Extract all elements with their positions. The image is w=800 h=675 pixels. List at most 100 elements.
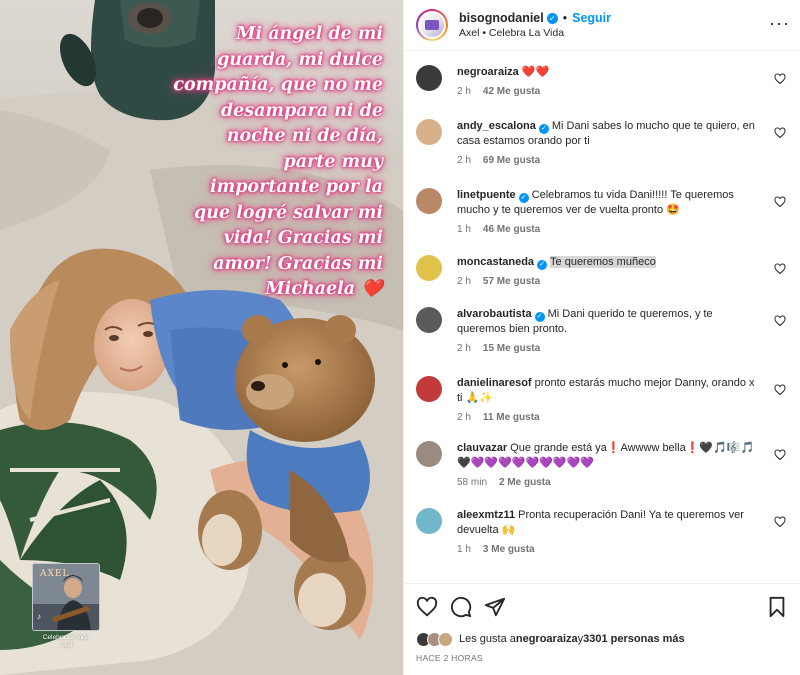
commenter-avatar[interactable] <box>416 508 442 534</box>
commenter-avatar[interactable] <box>416 188 442 214</box>
comment-body: moncastaneda ✓ Te queremos muñeco 2 h 57 Me … <box>457 255 788 287</box>
comment-time[interactable]: 1 h <box>457 224 471 235</box>
like-heart-icon[interactable] <box>416 596 438 618</box>
save-bookmark-icon[interactable] <box>766 596 788 618</box>
music-sticker-meta: Celebra La Vida Axel <box>32 634 100 650</box>
comment-time[interactable]: 2 h <box>457 343 471 354</box>
comment-likes[interactable]: 11 Me gusta <box>483 412 540 423</box>
commenter-username[interactable]: linetpuente <box>457 189 516 201</box>
comment-body: aleexmtz11 Pronta recuperación Dani! Ya t… <box>457 508 788 555</box>
comment-likes[interactable]: 42 Me gusta <box>483 86 540 97</box>
red-heart-emoji: ❤️ <box>361 279 383 299</box>
likes-count[interactable]: 3301 personas más <box>583 633 685 645</box>
likes-summary[interactable]: Les gusta a negroaraiza y 3301 personas … <box>404 629 800 649</box>
comment-likes[interactable]: 46 Me gusta <box>483 224 540 235</box>
music-note-icon: ♪ <box>37 612 41 621</box>
comment-item: moncastaneda ✓ Te queremos muñeco 2 h 57 Me … <box>416 255 788 287</box>
comment-like-heart-icon[interactable] <box>774 263 786 275</box>
comments-list[interactable]: negroaraiza ❤️❤️ 2 h 42 Me gusta andy_escalo… <box>404 51 800 583</box>
commenter-username[interactable]: alvarobautista <box>457 308 532 320</box>
verified-badge-icon: ✓ <box>534 312 545 322</box>
comment-meta: 2 h 11 Me gusta <box>457 412 758 423</box>
comment-likes[interactable]: 15 Me gusta <box>483 343 540 354</box>
follow-button[interactable]: Seguir <box>572 11 611 25</box>
comment-body: andy_escalona ✓ Mi Dani sabes lo mucho que… <box>457 119 788 166</box>
comment-time[interactable]: 2 h <box>457 155 471 166</box>
comment-text-line: aleexmtz11 Pronta recuperación Dani! Ya t… <box>457 508 758 538</box>
comment-text-line: negroaraiza ❤️❤️ <box>457 65 758 80</box>
comment-like-heart-icon[interactable] <box>774 315 786 327</box>
commenter-avatar[interactable] <box>416 119 442 145</box>
caption-line: Mi ángel de mi <box>236 24 383 44</box>
comment-like-heart-icon[interactable] <box>774 73 786 85</box>
album-art-title: AXEL <box>40 569 70 579</box>
instagram-post: Mi ángel de mi guarda, mi dulce compañía… <box>0 0 800 675</box>
caption-line: vida! Gracias mi <box>223 228 383 248</box>
comment-likes[interactable]: 3 Me gusta <box>483 544 535 555</box>
comment-body: alvarobautista ✓ Mi Dani querido te querem… <box>457 307 788 354</box>
music-artist: Axel <box>59 642 73 649</box>
comment-item: negroaraiza ❤️❤️ 2 h 42 Me gusta <box>416 65 788 97</box>
caption-line: importante por la <box>210 177 383 197</box>
comment-time[interactable]: 1 h <box>457 544 471 555</box>
audio-subtitle[interactable]: Axel • Celebra La Vida <box>459 27 611 39</box>
commenter-avatar[interactable] <box>416 376 442 402</box>
comment-likes[interactable]: 69 Me gusta <box>483 155 540 166</box>
share-paper-plane-icon[interactable] <box>484 596 506 618</box>
comment-meta: 58 min 2 Me gusta <box>457 477 758 488</box>
avatar-logo <box>425 20 439 30</box>
comment-body: negroaraiza ❤️❤️ 2 h 42 Me gusta <box>457 65 788 97</box>
comment-like-heart-icon[interactable] <box>774 127 786 139</box>
commenter-username[interactable]: moncastaneda <box>457 256 534 268</box>
commenter-avatar[interactable] <box>416 255 442 281</box>
comment-item: andy_escalona ✓ Mi Dani sabes lo mucho que… <box>416 119 788 166</box>
verified-badge-icon: ✓ <box>538 124 549 134</box>
comment-meta: 2 h 57 Me gusta <box>457 276 758 287</box>
comment-item: danielinaresof pronto estarás mucho mejor… <box>416 376 788 423</box>
commenter-username[interactable]: negroaraiza <box>457 66 519 78</box>
comment-like-heart-icon[interactable] <box>774 196 786 208</box>
comment-like-heart-icon[interactable] <box>774 516 786 528</box>
comment-time[interactable]: 58 min <box>457 477 487 488</box>
commenter-username[interactable]: danielinaresof <box>457 377 532 389</box>
likes-prefix: Les gusta a <box>459 633 516 645</box>
comment-meta: 1 h 3 Me gusta <box>457 544 758 555</box>
commenter-username[interactable]: aleexmtz11 <box>457 509 515 521</box>
comment-text: ❤️❤️ <box>521 66 550 78</box>
verified-badge-icon: ✓ <box>518 193 529 203</box>
comment-like-heart-icon[interactable] <box>774 384 786 396</box>
post-actions-bar <box>404 583 800 629</box>
commenter-username[interactable]: andy_escalona <box>457 120 536 132</box>
comment-item: clauvazar Que grande está ya❗Awwww bella❗… <box>416 441 788 488</box>
music-sticker-cover[interactable]: AXEL ♪ <box>32 563 100 631</box>
comment-item: aleexmtz11 Pronta recuperación Dani! Ya t… <box>416 508 788 555</box>
comment-item: linetpuente ✓ Celebramos tu vida Dani!!!!!… <box>416 188 788 235</box>
author-avatar[interactable] <box>416 9 448 41</box>
commenter-avatar[interactable] <box>416 307 442 333</box>
comment-body: danielinaresof pronto estarás mucho mejor… <box>457 376 788 423</box>
comment-time[interactable]: 2 h <box>457 276 471 287</box>
comment-likes[interactable]: 57 Me gusta <box>483 276 540 287</box>
liker-avatars <box>416 631 453 647</box>
post-photo[interactable]: Mi ángel de mi guarda, mi dulce compañía… <box>0 0 403 675</box>
commenter-avatar[interactable] <box>416 441 442 467</box>
caption-line: desampara ni de <box>220 100 383 121</box>
header-separator: • <box>562 11 568 25</box>
comment-text-line: danielinaresof pronto estarás mucho mejor… <box>457 376 758 406</box>
commenter-avatar[interactable] <box>416 65 442 91</box>
verified-badge-icon: ✓ <box>546 12 558 24</box>
author-username[interactable]: bisognodaniel <box>459 11 544 25</box>
comment-likes[interactable]: 2 Me gusta <box>499 477 551 488</box>
caption-line: noche ni de día, <box>226 126 383 146</box>
comment-item: alvarobautista ✓ Mi Dani querido te querem… <box>416 307 788 354</box>
post-time-ago[interactable]: HACE 2 HORAS <box>404 649 800 675</box>
comment-time[interactable]: 2 h <box>457 86 471 97</box>
comment-like-heart-icon[interactable] <box>774 449 786 461</box>
more-options-icon[interactable]: ··· <box>769 14 790 32</box>
commenter-username[interactable]: clauvazar <box>457 442 507 454</box>
author-info: bisognodaniel ✓ • Seguir Axel • Celebra … <box>459 11 611 39</box>
comment-time[interactable]: 2 h <box>457 412 471 423</box>
comment-text-line: linetpuente ✓ Celebramos tu vida Dani!!!!!… <box>457 188 758 218</box>
likes-user[interactable]: negroaraiza <box>516 633 578 645</box>
comment-bubble-icon[interactable] <box>450 596 472 618</box>
